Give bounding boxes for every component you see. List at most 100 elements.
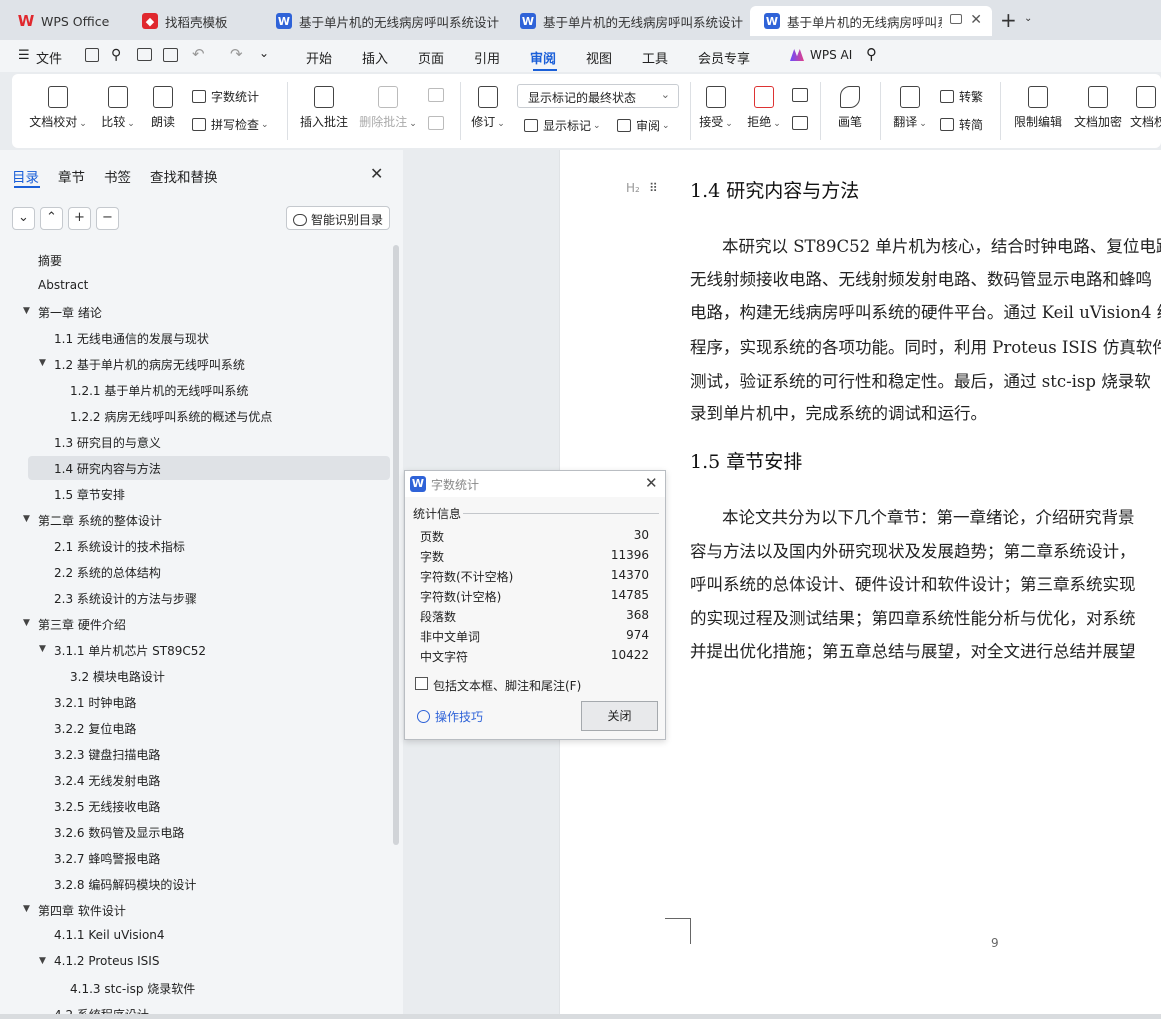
- remove-heading-button[interactable]: −: [96, 207, 119, 230]
- compare-button[interactable]: 比较 ⌄: [98, 86, 138, 130]
- toc-item[interactable]: 3.2 模块电路设计: [70, 664, 165, 688]
- toc-item[interactable]: 1.2.1 基于单片机的无线呼叫系统: [70, 378, 248, 402]
- expand-arrow-icon[interactable]: ▼: [39, 358, 46, 368]
- menu-wps-ai[interactable]: WPS AI: [810, 48, 852, 62]
- menu-references[interactable]: 引用: [474, 48, 500, 67]
- toc-item[interactable]: ▼ 第三章 硬件介绍: [23, 612, 126, 636]
- proofread-button[interactable]: 文档校对 ⌄: [28, 86, 88, 130]
- expand-up-button[interactable]: ⌃: [40, 207, 63, 230]
- paragraph-line[interactable]: 电路，构建无线病房呼叫系统的硬件平台。通过 Keil uVision4 编: [690, 299, 1161, 323]
- toc-item[interactable]: 3.2.1 时钟电路: [54, 690, 136, 714]
- chevron-down-icon[interactable]: ⌄: [1024, 13, 1032, 24]
- new-tab-button[interactable]: +: [1000, 8, 1017, 32]
- prev-change-icon[interactable]: [792, 88, 808, 102]
- tab-document-1[interactable]: W 基于单片机的无线病房呼叫系统设计（: [262, 6, 502, 36]
- word-count-button[interactable]: 字数统计: [192, 88, 259, 105]
- menu-insert[interactable]: 插入: [362, 48, 388, 67]
- undo-icon[interactable]: ↶: [192, 45, 205, 63]
- review-pane-button[interactable]: 审阅 ⌄: [617, 117, 670, 134]
- reject-button[interactable]: 拒绝 ⌄: [746, 86, 782, 130]
- paragraph-line[interactable]: 的实现过程及测试结果；第四章系统性能分析与优化，对系统: [690, 605, 1136, 629]
- toc-item[interactable]: 1.4 研究内容与方法: [28, 456, 390, 480]
- paragraph-line[interactable]: 录到单片机中，完成系统的调试和运行。: [690, 400, 987, 424]
- toc-item[interactable]: ▼ 3.1.1 单片机芯片 ST89C52: [39, 638, 206, 662]
- toc-item[interactable]: 1.5 章节安排: [54, 482, 125, 506]
- smart-toc-button[interactable]: 智能识别目录: [286, 206, 390, 230]
- paragraph-line[interactable]: 容与方法以及国内外研究现状及发展趋势；第二章系统设计，: [690, 538, 1136, 562]
- read-aloud-button[interactable]: 朗读: [146, 86, 180, 130]
- prev-comment-icon[interactable]: [428, 88, 444, 102]
- toc-item[interactable]: 3.2.6 数码管及显示电路: [54, 820, 184, 844]
- menu-member[interactable]: 会员专享: [698, 48, 750, 67]
- to-simplified-button[interactable]: 转简: [940, 116, 983, 133]
- tips-link[interactable]: 操作技巧: [417, 708, 483, 725]
- toc-item[interactable]: 摘要: [38, 248, 62, 272]
- add-heading-button[interactable]: +: [68, 207, 91, 230]
- collapse-all-button[interactable]: ⌄: [12, 207, 35, 230]
- heading-level-marker[interactable]: H₂: [626, 181, 640, 195]
- print-icon[interactable]: [137, 48, 152, 61]
- expand-arrow-icon[interactable]: ▼: [39, 956, 46, 966]
- paragraph-line[interactable]: 呼叫系统的总体设计、硬件设计和软件设计；第三章系统实现: [690, 571, 1136, 595]
- toc-item[interactable]: 3.2.2 复位电路: [54, 716, 136, 740]
- toc-item[interactable]: 2.1 系统设计的技术指标: [54, 534, 185, 558]
- toc-item[interactable]: 4.1.3 stc-isp 烧录软件: [70, 976, 195, 1000]
- dialog-titlebar[interactable]: W 字数统计 ✕: [405, 471, 665, 497]
- insert-comment-button[interactable]: 插入批注: [298, 86, 350, 130]
- next-comment-icon[interactable]: [428, 116, 444, 130]
- menu-review[interactable]: 审阅: [530, 48, 556, 67]
- section-heading[interactable]: 1.5 章节安排: [690, 447, 802, 474]
- toc-item[interactable]: ▼ 4.1.2 Proteus ISIS: [39, 950, 159, 974]
- nav-tab-toc[interactable]: 目录: [12, 166, 39, 186]
- expand-arrow-icon[interactable]: ▼: [23, 618, 30, 628]
- encrypt-button[interactable]: 文档加密: [1070, 86, 1126, 130]
- menu-page[interactable]: 页面: [418, 48, 444, 67]
- next-change-icon[interactable]: [792, 116, 808, 130]
- menu-tools[interactable]: 工具: [642, 48, 668, 67]
- translate-button[interactable]: 翻译 ⌄: [890, 86, 930, 130]
- print-preview-icon[interactable]: [163, 48, 178, 62]
- spell-check-button[interactable]: 拼写检查 ⌄: [192, 116, 269, 133]
- display-mode-select[interactable]: 显示标记的最终状态 ⌄: [517, 84, 679, 108]
- track-changes-button[interactable]: 修订 ⌄: [470, 86, 506, 130]
- toc-item[interactable]: 1.1 无线电通信的发展与现状: [54, 326, 209, 350]
- accept-button[interactable]: 接受 ⌄: [698, 86, 734, 130]
- expand-arrow-icon[interactable]: ▼: [39, 644, 46, 654]
- nav-tab-chapters[interactable]: 章节: [58, 166, 85, 186]
- close-tab-icon[interactable]: ✕: [970, 12, 982, 28]
- save-icon[interactable]: [85, 48, 99, 62]
- close-icon[interactable]: ✕: [370, 164, 383, 183]
- menu-view[interactable]: 视图: [586, 48, 612, 67]
- toc-item[interactable]: 4.1.1 Keil uVision4: [54, 924, 165, 948]
- tab-document-active[interactable]: W 基于单片机的无线病房呼叫系统 ✕: [750, 6, 992, 36]
- toc-item[interactable]: ▼ 第二章 系统的整体设计: [23, 508, 162, 532]
- pen-button[interactable]: 画笔: [832, 86, 868, 130]
- toc-item[interactable]: 3.2.7 蜂鸣警报电路: [54, 846, 160, 870]
- search-icon[interactable]: ⚲: [866, 45, 877, 63]
- toc-item[interactable]: ▼ 第一章 绪论: [23, 300, 102, 324]
- paragraph-line[interactable]: 本论文共分为以下几个章节：第一章绪论，介绍研究背景: [722, 504, 1135, 528]
- include-textbox-checkbox[interactable]: [415, 677, 428, 690]
- include-textbox-label[interactable]: 包括文本框、脚注和尾注(F): [433, 677, 581, 694]
- toc-item[interactable]: 3.2.4 无线发射电路: [54, 768, 160, 792]
- nav-tab-bookmarks[interactable]: 书签: [104, 166, 131, 186]
- close-icon[interactable]: ✕: [645, 474, 658, 492]
- paragraph-line[interactable]: 并提出优化措施；第五章总结与展望，对全文进行总结并展望: [690, 638, 1136, 662]
- paragraph-line[interactable]: 程序，实现系统的各项功能。同时，利用 Proteus ISIS 仿真软件: [690, 334, 1161, 358]
- nav-tab-find-replace[interactable]: 查找和替换: [150, 166, 218, 186]
- restrict-edit-button[interactable]: 限制编辑: [1010, 86, 1066, 130]
- toc-item[interactable]: 3.2.8 编码解码模块的设计: [54, 872, 196, 896]
- menu-home[interactable]: 开始: [306, 48, 332, 67]
- delete-comment-button[interactable]: 删除批注 ⌄: [358, 86, 418, 130]
- tab-document-2[interactable]: W 基于单片机的无线病房呼叫系统设计 3: [506, 6, 746, 36]
- toc-item[interactable]: 1.3 研究目的与意义: [54, 430, 161, 454]
- toc-item[interactable]: ▼ 1.2 基于单片机的病房无线呼叫系统: [39, 352, 245, 376]
- close-button[interactable]: 关闭: [581, 701, 658, 731]
- hamburger-icon[interactable]: ☰: [18, 48, 30, 63]
- expand-arrow-icon[interactable]: ▼: [23, 306, 30, 316]
- share-icon[interactable]: ⚲: [111, 47, 121, 63]
- expand-arrow-icon[interactable]: ▼: [23, 904, 30, 914]
- toc-item[interactable]: Abstract: [38, 274, 88, 298]
- expand-arrow-icon[interactable]: ▼: [23, 514, 30, 524]
- redo-icon[interactable]: ↷: [230, 45, 243, 63]
